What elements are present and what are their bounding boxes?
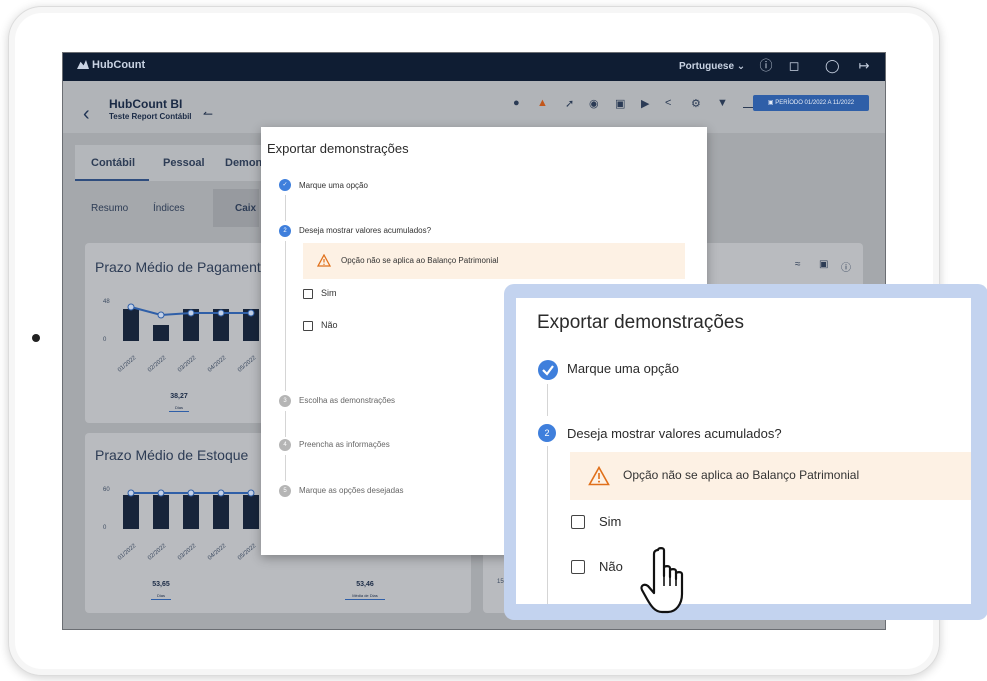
zoom-step-1-check-icon [538, 360, 558, 380]
stock-kpi-unit: Dias [156, 593, 165, 598]
warning-triangle-icon [317, 254, 331, 267]
zoom-warning-banner: Opção não se aplica ao Balanço Patrimoni… [570, 452, 971, 500]
chevron-down-icon: ⌄ [736, 61, 746, 72]
zoom-warning-text: Opção não se aplica ao Balanço Patrimoni… [623, 468, 860, 482]
zoom-modal-title: Exportar demonstrações [537, 312, 744, 333]
location-icon[interactable]: ● [513, 97, 520, 109]
hand-pointer-icon [640, 547, 684, 614]
payment-line-series [127, 303, 255, 319]
trend-icon[interactable]: ≈ [795, 259, 801, 270]
image-icon[interactable]: ▣ [819, 259, 828, 270]
subtab-resumo[interactable]: Resumo [91, 203, 128, 214]
payment-kpi-unit: Dias [174, 405, 183, 410]
zoom-nao-label[interactable]: Não [599, 559, 623, 574]
report-subtitle: Teste Report Contábil [109, 112, 192, 121]
step-5-number: 5 [279, 485, 291, 497]
sim-checkbox[interactable] [303, 289, 313, 299]
step-1-label[interactable]: Marque uma opção [299, 181, 368, 190]
zoom-callout: Exportar demonstrações Marque uma opção … [516, 298, 971, 604]
zoom-sim-checkbox[interactable] [571, 515, 585, 529]
report-title: HubCount BI [109, 97, 183, 111]
zoom-warning-triangle-icon [588, 466, 610, 486]
step-3-label[interactable]: Escolha as demonstrações [299, 396, 395, 405]
zoom-step-2-number: 2 [538, 424, 556, 442]
subtab-caixa[interactable]: Caix [235, 203, 256, 214]
lightbulb-icon[interactable]: ◯ [825, 59, 840, 73]
bolt-icon[interactable]: ➚ [565, 97, 574, 110]
lock-icon[interactable]: ◻ [787, 59, 801, 73]
modal-title: Exportar demonstrações [267, 141, 409, 156]
stock-kpi2-underline [345, 599, 385, 600]
stock-y-min: 0 [103, 525, 107, 531]
help-icon[interactable]: ⓘ [841, 259, 851, 274]
zoom-sim-label[interactable]: Sim [599, 514, 621, 529]
warning-icon[interactable]: ▲ [537, 97, 548, 109]
step-1-check-icon: ✓ [279, 179, 291, 191]
zoom-step-2-label[interactable]: Deseja mostrar valores acumulados? [567, 426, 782, 441]
stock-y-max: 60 [103, 487, 110, 493]
swap-icon[interactable]: ↼ [203, 107, 213, 121]
help-icon[interactable]: ⓘ [759, 59, 773, 73]
active-tab-indicator [75, 179, 149, 181]
zoom-step-connector [547, 446, 548, 604]
subtab-indices[interactable]: Índices [153, 203, 185, 214]
payment-y-max: 48 [103, 299, 110, 305]
step-connector [285, 195, 286, 221]
stock-kpi-underline [151, 599, 171, 600]
step-4-label[interactable]: Preencha as informações [299, 440, 390, 449]
nao-checkbox[interactable] [303, 321, 313, 331]
step-3-number: 3 [279, 395, 291, 407]
warning-text: Opção não se aplica ao Balanço Patrimoni… [341, 256, 499, 265]
payment-kpi-underline [169, 411, 189, 412]
nao-label[interactable]: Não [321, 320, 338, 330]
share-icon[interactable]: < [665, 97, 671, 109]
step-2-label[interactable]: Deseja mostrar valores acumulados? [299, 226, 431, 235]
stock-kpi2-value: 53,46 [356, 581, 374, 588]
step-connector [285, 241, 286, 391]
tab-demonstracoes[interactable]: Demon [225, 157, 262, 169]
export-icon[interactable]: ▶ [641, 97, 649, 110]
logout-icon[interactable]: ↦ [857, 59, 871, 73]
step-connector [285, 411, 286, 437]
payment-kpi-value: 38,27 [170, 393, 188, 400]
tablet-home-button [32, 334, 40, 342]
step-4-number: 4 [279, 439, 291, 451]
zoom-step-1-label[interactable]: Marque uma opção [567, 361, 679, 376]
calendar-icon: ▣ [767, 100, 774, 106]
stock-card-title: Prazo Médio de Estoque [95, 447, 249, 463]
tab-pessoal[interactable]: Pessoal [163, 157, 205, 169]
gear-icon[interactable]: ⚙ [691, 97, 701, 110]
language-selector[interactable]: Portuguese ⌄ [679, 61, 745, 72]
stock-kpi2-unit: Média de Dias [352, 593, 378, 598]
sim-label[interactable]: Sim [321, 288, 337, 298]
back-icon[interactable]: ‹ [83, 103, 90, 126]
tab-contabil[interactable]: Contábil [91, 157, 135, 169]
eye-icon[interactable]: ◉ [589, 97, 599, 110]
stock-line-series [127, 489, 255, 497]
step-5-label[interactable]: Marque as opções desejadas [299, 486, 404, 495]
payment-card-title: Prazo Médio de Pagamento [95, 259, 269, 275]
mountain-icon [77, 60, 89, 69]
brand-logo: HubCount [77, 59, 145, 71]
zoom-step-connector [547, 384, 548, 416]
payment-y-min: 0 [103, 337, 107, 343]
step-2-number: 2 [279, 225, 291, 237]
period-button[interactable]: ▣ PERÍODO 01/2022 A 11/2022 [753, 95, 869, 111]
warning-banner: Opção não se aplica ao Balanço Patrimoni… [303, 243, 685, 279]
image-icon[interactable]: ▣ [615, 97, 625, 110]
step-connector [285, 455, 286, 481]
zoom-nao-checkbox[interactable] [571, 560, 585, 574]
filter-icon[interactable]: ▼ [717, 97, 728, 109]
stock-kpi-value: 53,65 [152, 581, 170, 588]
